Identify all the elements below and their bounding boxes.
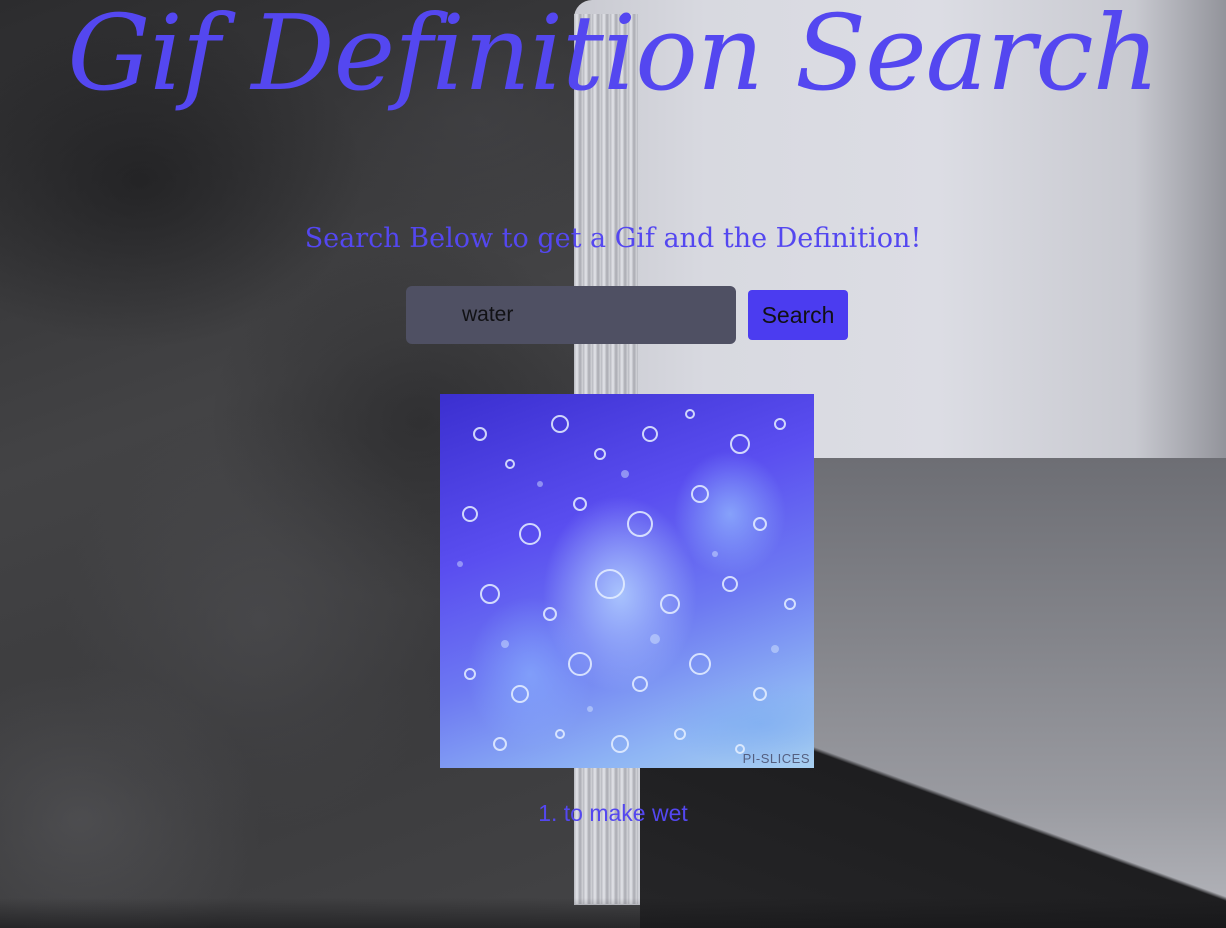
search-button[interactable]: Search bbox=[748, 290, 848, 340]
search-input[interactable] bbox=[406, 286, 736, 344]
definition-text: 1. to make wet bbox=[538, 800, 688, 826]
main-content: Gif Definition Search Search Below to ge… bbox=[0, 0, 1226, 928]
page-subtitle: Search Below to get a Gif and the Defini… bbox=[304, 223, 922, 254]
gif-watermark: PI-SLICES bbox=[742, 751, 810, 766]
result-gif: PI-SLICES bbox=[440, 394, 814, 768]
search-form: Search bbox=[406, 286, 848, 344]
page-title: Gif Definition Search bbox=[67, 0, 1159, 114]
water-bubbles-graphic bbox=[457, 409, 796, 754]
